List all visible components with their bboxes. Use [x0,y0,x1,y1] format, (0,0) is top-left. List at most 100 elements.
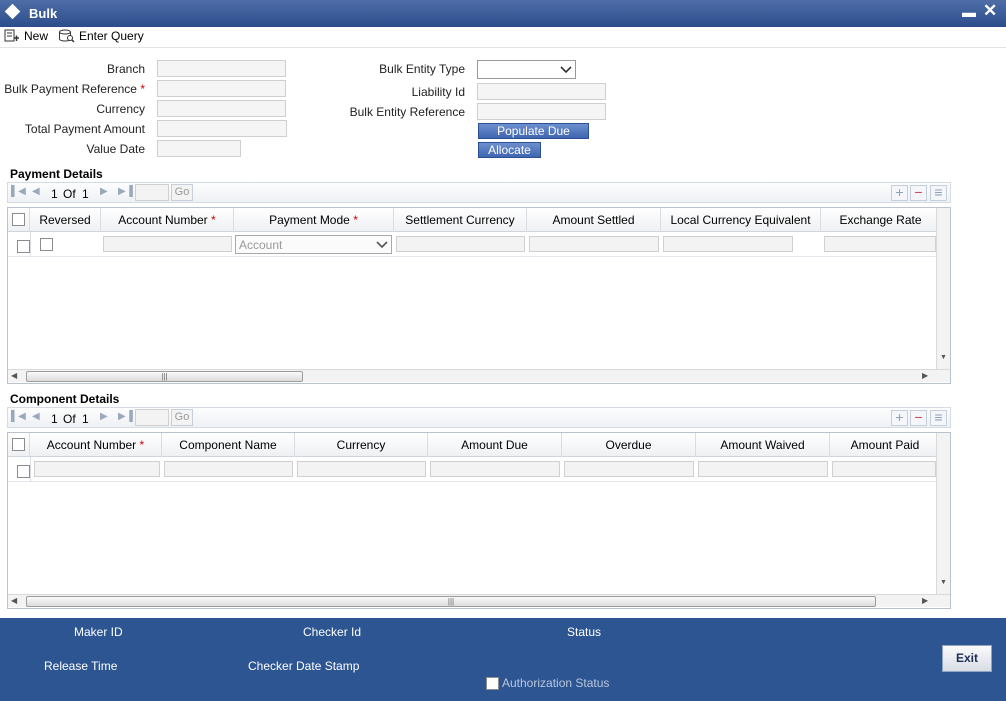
of-label: Of [63,412,76,426]
col-header: Account Number * [30,433,162,457]
populate-due-button[interactable]: Populate Due [478,123,589,139]
new-label: New [24,29,49,43]
select-all-cell [8,208,30,232]
value-date-label: Value Date [86,142,145,156]
local-currency-equivalent-input[interactable] [663,236,793,252]
account-number-input[interactable] [103,236,232,252]
bulk-payment-reference-label: Bulk Payment Reference * [0,82,145,96]
total-pages: 1 [82,412,89,426]
col-header: Local Currency Equivalent [661,208,821,232]
scroll-left-icon[interactable]: ◀ [11,596,17,605]
exchange-rate-input[interactable] [824,236,936,252]
prev-page-icon[interactable]: ◀ [32,411,40,422]
chevron-down-icon [376,241,388,249]
amount-waived-input[interactable] [698,461,828,477]
chevron-down-icon [560,66,572,74]
new-button[interactable]: New [4,28,48,46]
go-button[interactable]: Go [171,409,193,426]
scroll-down-icon[interactable]: ▼ [940,579,947,586]
scroll-down-icon[interactable]: ▼ [940,354,947,361]
divider [30,232,31,257]
list-view-icon[interactable]: ≡ [930,410,947,426]
first-page-icon[interactable]: ▌◀ [11,411,26,422]
branch-input[interactable] [157,60,286,77]
add-row-icon[interactable]: + [891,185,908,201]
col-header: Component Name [162,433,295,457]
col-header: Settlement Currency [394,208,527,232]
close-icon[interactable]: ✕ [983,1,997,21]
add-row-icon[interactable]: + [891,410,908,426]
value-date-input[interactable] [157,140,241,157]
vertical-scrollbar[interactable]: ▼ [936,433,950,595]
prev-page-icon[interactable]: ◀ [32,186,40,197]
col-header: Amount Due [428,433,562,457]
new-icon [4,29,19,42]
checker-id-label: Checker Id [303,625,362,639]
bulk-entity-reference-input[interactable] [477,103,606,120]
liability-id-input[interactable] [477,83,606,100]
currency-input[interactable] [297,461,426,477]
page-number-input[interactable] [135,184,169,201]
app-diamond-icon [4,3,21,20]
total-payment-amount-input[interactable] [157,120,287,137]
scrollbar-thumb[interactable]: ||| [26,596,876,607]
col-header: Currency [295,433,428,457]
component-name-input[interactable] [164,461,293,477]
scroll-right-icon[interactable]: ▶ [922,596,928,605]
last-page-icon[interactable]: ▶▐ [118,411,133,422]
amount-paid-input[interactable] [832,461,936,477]
bulk-payment-reference-input[interactable] [157,80,286,97]
bulk-entity-type-select[interactable] [477,60,576,79]
checker-date-stamp-label: Checker Date Stamp [248,659,360,673]
delete-row-icon[interactable]: − [910,410,927,426]
bulk-entity-type-label: Bulk Entity Type [379,62,465,76]
scroll-right-icon[interactable]: ▶ [922,371,928,380]
minimize-icon[interactable]: ▬ [962,4,976,20]
enter-query-icon [59,29,75,43]
enter-query-label: Enter Query [79,29,144,43]
select-all-checkbox[interactable] [12,213,25,226]
horizontal-scrollbar[interactable]: ◀ ||| ▶ [8,369,950,382]
next-page-icon[interactable]: ▶ [100,411,108,422]
select-all-checkbox[interactable] [12,438,25,451]
col-header-text: Account Number [46,438,137,452]
table-row: Account [8,232,936,257]
payment-mode-value: Account [239,238,283,252]
delete-row-icon[interactable]: − [910,185,927,201]
authorization-status-checkbox[interactable] [486,677,499,690]
go-button[interactable]: Go [171,184,193,201]
row-select-checkbox[interactable] [17,240,30,253]
col-header: Reversed [30,208,101,232]
last-page-icon[interactable]: ▶▐ [118,186,133,197]
window-title: Bulk [29,6,58,21]
allocate-button[interactable]: Allocate [478,142,541,158]
toolbar: New Enter Query [0,27,1006,48]
component-details-title: Component Details [10,392,120,406]
branch-label: Branch [106,62,145,76]
reversed-checkbox[interactable] [40,238,53,251]
horizontal-scrollbar[interactable]: ◀ ||| ▶ [8,594,950,607]
enter-query-button[interactable]: Enter Query [58,28,144,46]
row-select-checkbox[interactable] [17,465,30,478]
payment-mode-select[interactable]: Account [235,235,392,254]
account-number-input[interactable] [34,461,160,477]
page-number-input[interactable] [135,409,169,426]
title-bar: Bulk ▬ ✕ [0,0,1006,27]
bulk-entity-reference-label: Bulk Entity Reference [349,105,465,119]
exit-button[interactable]: Exit [942,645,992,672]
overdue-input[interactable] [564,461,694,477]
currency-input[interactable] [157,100,286,117]
scroll-left-icon[interactable]: ◀ [11,371,17,380]
list-view-icon[interactable]: ≡ [930,185,947,201]
first-page-icon[interactable]: ▌◀ [11,186,26,197]
next-page-icon[interactable]: ▶ [100,186,108,197]
col-header: Payment Mode * [234,208,394,232]
required-mark: * [139,438,145,452]
grid-header: Reversed Account Number * Payment Mode *… [8,208,941,232]
settlement-currency-input[interactable] [396,236,525,252]
amount-due-input[interactable] [430,461,560,477]
scrollbar-thumb[interactable]: ||| [26,371,303,382]
select-all-cell [8,433,30,457]
vertical-scrollbar[interactable]: ▼ [936,208,950,370]
amount-settled-input[interactable] [529,236,659,252]
